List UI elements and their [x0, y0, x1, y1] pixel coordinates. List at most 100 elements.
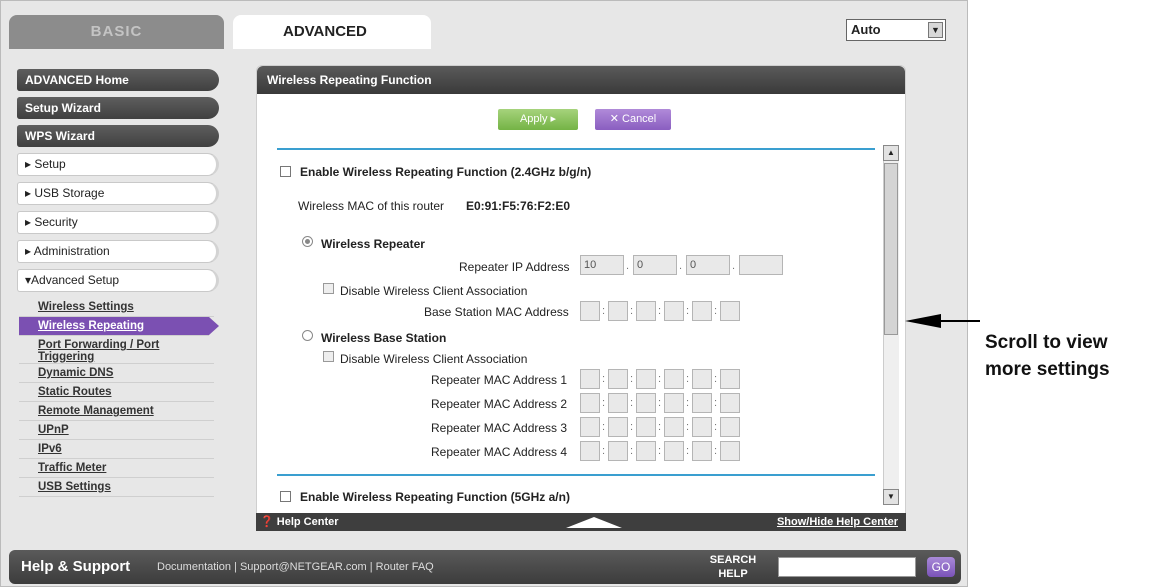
wireless-repeater-radio[interactable] [302, 236, 313, 247]
base-mac-octet-1[interactable] [580, 301, 600, 321]
sub-wireless-repeating[interactable]: Wireless Repeating [19, 317, 219, 336]
repeater-mac-1-octet-2[interactable] [608, 369, 628, 389]
disable-assoc-checkbox[interactable] [323, 283, 334, 294]
colon-sep: : [714, 305, 718, 317]
repeater-mac-2-octet-4[interactable] [664, 393, 684, 413]
mac-value: E0:91:F5:76:F2:E0 [466, 199, 571, 213]
repeater-mac-3-octet-5[interactable] [692, 417, 712, 437]
repeater-mac-4-octet-2[interactable] [608, 441, 628, 461]
colon-sep: : [658, 445, 662, 457]
sub-usb-settings[interactable]: USB Settings [19, 478, 214, 497]
mode-select-value: Auto [851, 22, 881, 37]
nav-setup-wizard[interactable]: Setup Wizard [17, 97, 219, 119]
search-help-label: SEARCH HELP [709, 554, 757, 580]
colon-sep: : [630, 445, 634, 457]
nav-setup[interactable]: ▸ Setup [17, 153, 219, 176]
repeater-mac-3-octet-3[interactable] [636, 417, 656, 437]
repeater-mac-4-octet-1[interactable] [580, 441, 600, 461]
base-mac-octet-3[interactable] [636, 301, 656, 321]
nav-usb-storage[interactable]: ▸ USB Storage [17, 182, 219, 205]
annotation-line-1: Scroll to view [985, 332, 1108, 353]
repeater-mac-4-octet-6[interactable] [720, 441, 740, 461]
base-mac-octet-4[interactable] [664, 301, 684, 321]
colon-sep: : [714, 373, 718, 385]
wireless-base-label: Wireless Base Station [321, 331, 447, 345]
nav-administration[interactable]: ▸ Administration [17, 240, 219, 263]
colon-sep: : [658, 397, 662, 409]
repeater-mac-2-octet-3[interactable] [636, 393, 656, 413]
help-center-label: Help Center [276, 516, 339, 528]
nav-security[interactable]: ▸ Security [17, 211, 219, 234]
wireless-base-radio[interactable] [302, 330, 313, 341]
repeater-ip-label: Repeater IP Address [459, 260, 570, 274]
sub-dynamic-dns[interactable]: Dynamic DNS [19, 364, 214, 383]
repeater-mac-2-octet-5[interactable] [692, 393, 712, 413]
sub-ipv6[interactable]: IPv6 [19, 440, 214, 459]
colon-sep: : [658, 305, 662, 317]
show-hide-help-link[interactable]: Show/Hide Help Center [777, 513, 898, 531]
colon-sep: : [686, 305, 690, 317]
repeater-mac-3-octet-6[interactable] [720, 417, 740, 437]
repeater-mac-3-octet-1[interactable] [580, 417, 600, 437]
repeater-ip-octet-4[interactable] [739, 255, 783, 275]
nav-advanced-setup[interactable]: ▾Advanced Setup [17, 269, 219, 292]
repeater-mac-1-octet-4[interactable] [664, 369, 684, 389]
dot-sep: . [732, 260, 736, 272]
repeater-ip-octet-2[interactable]: 0 [633, 255, 677, 275]
colon-sep: : [686, 373, 690, 385]
scroll-down-icon[interactable]: ▼ [883, 489, 899, 505]
disable-assoc2-checkbox[interactable] [323, 351, 334, 362]
base-mac-octet-5[interactable] [692, 301, 712, 321]
enable-5ghz-checkbox[interactable] [280, 491, 291, 502]
scroll-up-icon[interactable]: ▲ [883, 145, 899, 161]
repeater-mac-label-4: Repeater MAC Address 4 [431, 445, 568, 459]
colon-sep: : [630, 373, 634, 385]
repeater-mac-4-octet-4[interactable] [664, 441, 684, 461]
expand-help-icon[interactable] [566, 517, 622, 528]
tab-advanced[interactable]: ADVANCED [233, 15, 431, 49]
colon-sep: : [630, 421, 634, 433]
sub-remote-management[interactable]: Remote Management [19, 402, 214, 421]
repeater-ip-octet-1[interactable]: 10 [580, 255, 624, 275]
scroll-thumb[interactable] [884, 163, 898, 335]
repeater-mac-2-octet-1[interactable] [580, 393, 600, 413]
colon-sep: : [714, 445, 718, 457]
repeater-mac-1-octet-1[interactable] [580, 369, 600, 389]
sub-port-forwarding[interactable]: Port Forwarding / Port Triggering [19, 336, 214, 364]
mac-label: Wireless MAC of this router [298, 199, 445, 213]
disable-assoc-label: Disable Wireless Client Association [340, 284, 528, 298]
repeater-mac-label-2: Repeater MAC Address 2 [431, 397, 568, 411]
sub-traffic-meter[interactable]: Traffic Meter [19, 459, 214, 478]
repeater-mac-4-octet-5[interactable] [692, 441, 712, 461]
repeater-mac-3-octet-4[interactable] [664, 417, 684, 437]
apply-button[interactable]: Apply ▸ [498, 109, 578, 130]
repeater-mac-2-octet-2[interactable] [608, 393, 628, 413]
nav-wps-wizard[interactable]: WPS Wizard [17, 125, 219, 147]
repeater-mac-2-octet-6[interactable] [720, 393, 740, 413]
cancel-button[interactable]: ✕ Cancel [595, 109, 671, 130]
sub-static-routes[interactable]: Static Routes [19, 383, 214, 402]
mode-select[interactable]: Auto ▼ [846, 19, 946, 41]
repeater-ip-octet-3[interactable]: 0 [686, 255, 730, 275]
enable-24ghz-checkbox[interactable] [280, 166, 291, 177]
help-center[interactable]: ❓ Help Center [260, 513, 339, 531]
repeater-mac-1-octet-3[interactable] [636, 369, 656, 389]
repeater-mac-1-octet-5[interactable] [692, 369, 712, 389]
repeater-mac-3-octet-2[interactable] [608, 417, 628, 437]
dot-sep: . [679, 260, 683, 272]
chevron-down-icon[interactable]: ▼ [928, 22, 943, 38]
go-button[interactable]: GO [927, 557, 955, 577]
sub-wireless-settings[interactable]: Wireless Settings [19, 298, 214, 317]
tab-basic[interactable]: BASIC [9, 15, 224, 49]
repeater-mac-4-octet-3[interactable] [636, 441, 656, 461]
sub-upnp[interactable]: UPnP [19, 421, 214, 440]
repeater-mac-1-octet-6[interactable] [720, 369, 740, 389]
help-center-bar: ❓ Help Center Show/Hide Help Center [256, 513, 906, 531]
search-input[interactable] [778, 557, 916, 577]
nav-advanced-home[interactable]: ADVANCED Home [17, 69, 219, 91]
base-mac-octet-6[interactable] [720, 301, 740, 321]
colon-sep: : [658, 421, 662, 433]
base-mac-octet-2[interactable] [608, 301, 628, 321]
footer-links[interactable]: Documentation | Support@NETGEAR.com | Ro… [157, 561, 434, 573]
advanced-setup-submenu: Wireless Settings Wireless Repeating Por… [19, 298, 219, 497]
